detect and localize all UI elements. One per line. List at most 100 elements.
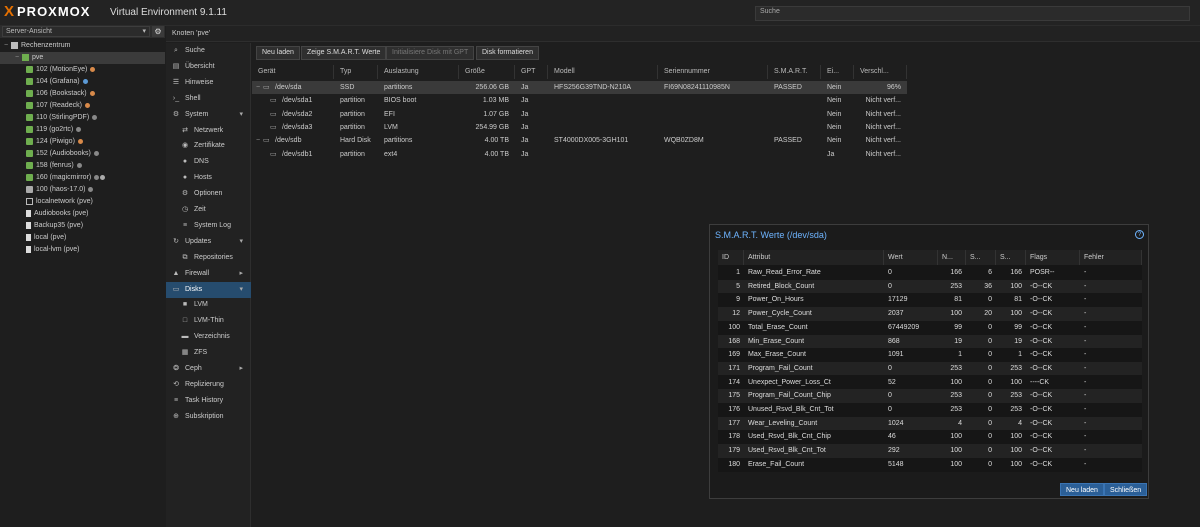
smart-row[interactable]: 9 Power_On_Hours 17129 81 0 81 -O--CK -: [718, 293, 1142, 307]
tree-item[interactable]: 110 (StirlingPDF): [0, 112, 165, 124]
nav-item-netzwerk[interactable]: ⇄ Netzwerk: [166, 123, 251, 139]
tree-item[interactable]: 107 (Readeck): [0, 100, 165, 112]
smart-row[interactable]: 1 Raw_Read_Error_Rate 0 166 6 166 POSR-- -: [718, 266, 1142, 280]
tree-item[interactable]: − pve: [0, 52, 165, 64]
collapse-toggle-icon[interactable]: −: [4, 40, 11, 52]
disk-row[interactable]: ▭ /dev/sda1 partition BIOS boot 1.03 MB Ja Nei…: [252, 94, 907, 107]
grid-column-header[interactable]: GPT: [515, 65, 548, 79]
smart-column-header[interactable]: ID: [718, 250, 744, 265]
nav-item-zfs[interactable]: ▦ ZFS: [166, 345, 251, 361]
smart-column-header[interactable]: Attribut: [744, 250, 884, 265]
nav-item-verzeichnis[interactable]: ▬ Verzeichnis: [166, 329, 251, 345]
tree-item[interactable]: 106 (Bookstack): [0, 88, 165, 100]
nav-item-hinweise[interactable]: ☰ Hinweise: [166, 75, 251, 91]
grid-column-header[interactable]: Auslastung: [378, 65, 459, 79]
reload-button[interactable]: Neu laden: [256, 46, 300, 60]
nav-item-dns[interactable]: ● DNS: [166, 154, 251, 170]
grid-column-header[interactable]: Gerät: [252, 65, 334, 79]
tree-item[interactable]: 104 (Grafana): [0, 76, 165, 88]
gear-icon[interactable]: ⚙: [152, 26, 164, 37]
smart-row[interactable]: 177 Wear_Leveling_Count 1024 4 0 4 -O--CK -: [718, 416, 1142, 431]
disk-row[interactable]: − ▭ /dev/sda SSD partitions 256.06 GB Ja HFS256…: [252, 81, 907, 94]
nav-item-suche[interactable]: ⌕ Suche: [166, 43, 251, 59]
smart-row[interactable]: 171 Program_Fail_Count 0 253 0 253 -O--CK -: [718, 361, 1142, 376]
global-search-input[interactable]: Suche: [755, 6, 1190, 21]
nav-item-zeit[interactable]: ◷ Zeit: [166, 202, 251, 218]
nav-item-firewall[interactable]: ▲ Firewall ▸: [166, 266, 251, 282]
nav-item-shell[interactable]: ›_ Shell: [166, 91, 251, 107]
tree-item[interactable]: localnetwork (pve): [0, 196, 165, 208]
smart-row[interactable]: 175 Program_Fail_Count_Chip 0 253 0 253 -O--CK…: [718, 389, 1142, 403]
tree-item[interactable]: Backup35 (pve): [0, 220, 165, 232]
tree-item[interactable]: Audiobooks (pve): [0, 208, 165, 220]
smart-column-header[interactable]: S...: [966, 250, 996, 265]
smart-row[interactable]: 5 Retired_Block_Count 0 253 36 100 -O--CK -: [718, 279, 1142, 294]
smart-row[interactable]: 169 Max_Erase_Count 1091 1 0 1 -O--CK -: [718, 348, 1142, 362]
grid-column-header[interactable]: S.M.A.R.T.: [768, 65, 821, 79]
nav-item-updates[interactable]: ↻ Updates ▾: [166, 234, 251, 250]
nav-item-system[interactable]: ⚙ System ▾: [166, 107, 251, 123]
tree-item[interactable]: 119 (go2rtc): [0, 124, 165, 136]
tree-item[interactable]: 102 (MotionEye): [0, 64, 165, 76]
smart-column-header[interactable]: Flags: [1026, 250, 1080, 265]
smart-reload-button[interactable]: Neu laden: [1060, 483, 1104, 496]
init-gpt-button[interactable]: Initialisiere Disk mit GPT: [386, 46, 475, 60]
smart-row[interactable]: 100 Total_Erase_Count 67449209 99 0 99 -O--CK -: [718, 321, 1142, 335]
nav-item-hosts[interactable]: ● Hosts: [166, 170, 251, 186]
show-smart-button[interactable]: Zeige S.M.A.R.T. Werte: [301, 46, 387, 60]
nav-item-label: Firewall: [185, 269, 210, 277]
smart-row[interactable]: 180 Erase_Fail_Count 5148 100 0 100 -O--CK -: [718, 458, 1142, 472]
smart-column-header[interactable]: S...: [996, 250, 1026, 265]
proxmox-logo[interactable]: X PROXMOX: [4, 3, 90, 20]
smart-row[interactable]: 176 Unused_Rsvd_Blk_Cnt_Tot 0 253 0 253 -O--CK…: [718, 403, 1142, 417]
view-select[interactable]: Server-Ansicht ▾: [2, 26, 150, 37]
tree-item[interactable]: − Rechenzentrum: [0, 40, 165, 52]
collapse-toggle-icon[interactable]: −: [15, 52, 22, 64]
disk-row[interactable]: − ▭ /dev/sdb Hard Disk partitions 4.00 TB Ja ST…: [252, 134, 907, 147]
smart-row[interactable]: 174 Unexpect_Power_Loss_Ct 52 100 0 100 ----CK…: [718, 376, 1142, 390]
smart-column-header[interactable]: Fehler: [1080, 250, 1142, 265]
smart-row[interactable]: 12 Power_Cycle_Count 2037 100 20 100 -O--CK -: [718, 307, 1142, 321]
nav-item-replizierung[interactable]: ⟲ Replizierung: [166, 377, 251, 393]
container-icon: [26, 149, 33, 157]
tree-item[interactable]: 160 (magicmirror): [0, 172, 165, 184]
tree-item[interactable]: 158 (fenrus): [0, 160, 165, 172]
tree-item[interactable]: local (pve): [0, 232, 165, 244]
tree-item[interactable]: local-lvm (pve): [0, 244, 165, 256]
nav-item-subskription[interactable]: ⊕ Subskription: [166, 409, 251, 425]
grid-column-header[interactable]: Größe: [459, 65, 515, 79]
help-icon[interactable]: ?: [1135, 230, 1144, 239]
disk-cell-type: partition: [340, 123, 365, 131]
nav-item-task-history[interactable]: ≡ Task History: [166, 393, 251, 409]
smart-close-button[interactable]: Schließen: [1104, 483, 1148, 496]
disk-row[interactable]: ▭ /dev/sdb1 partition ext4 4.00 TB Ja Ja Nicht …: [252, 148, 907, 161]
wipe-disk-button[interactable]: Disk formatieren: [476, 46, 539, 60]
status-dot-icon: [88, 186, 94, 192]
nav-item-lvm[interactable]: ■ LVM: [166, 297, 251, 313]
grid-column-header[interactable]: Typ: [334, 65, 378, 79]
smart-column-header[interactable]: N...: [938, 250, 966, 265]
smart-row[interactable]: 178 Used_Rsvd_Blk_Cnt_Chip 46 100 0 100 -O--CK…: [718, 430, 1142, 444]
nav-item--bersicht[interactable]: ▤ Übersicht: [166, 59, 251, 75]
collapse-toggle-icon[interactable]: −: [256, 81, 263, 94]
grid-column-header[interactable]: Ei...: [821, 65, 854, 79]
grid-column-header[interactable]: Verschl...: [854, 65, 907, 79]
grid-column-header[interactable]: Modell: [548, 65, 658, 79]
tree-item[interactable]: 100 (haos-17.0): [0, 184, 165, 196]
collapse-toggle-icon[interactable]: −: [256, 134, 263, 147]
smart-row[interactable]: 179 Used_Rsvd_Blk_Cnt_Tot 292 100 0 100 -O--CK…: [718, 444, 1142, 458]
nav-item-zertifikate[interactable]: ◉ Zertifikate: [166, 138, 251, 154]
tree-item[interactable]: 124 (Piwigo): [0, 136, 165, 148]
smart-column-header[interactable]: Wert: [884, 250, 938, 265]
nav-item-disks[interactable]: ▭ Disks ▾: [166, 281, 251, 298]
tree-item[interactable]: 152 (Audiobooks): [0, 148, 165, 160]
nav-item-optionen[interactable]: ⚙ Optionen: [166, 186, 251, 202]
smart-row[interactable]: 168 Min_Erase_Count 868 19 0 19 -O--CK -: [718, 334, 1142, 349]
nav-item-ceph[interactable]: ❂ Ceph ▸: [166, 361, 251, 377]
nav-item-system-log[interactable]: ≡ System Log: [166, 218, 251, 234]
disk-row[interactable]: ▭ /dev/sda2 partition EFI 1.07 GB Ja Nein Nicht…: [252, 108, 907, 121]
grid-column-header[interactable]: Seriennummer: [658, 65, 768, 79]
disk-row[interactable]: ▭ /dev/sda3 partition LVM 254.99 GB Ja Nein Nic…: [252, 121, 907, 134]
nav-item-lvm-thin[interactable]: □ LVM-Thin: [166, 313, 251, 329]
nav-item-repositories[interactable]: ⧉ Repositories: [166, 250, 251, 266]
